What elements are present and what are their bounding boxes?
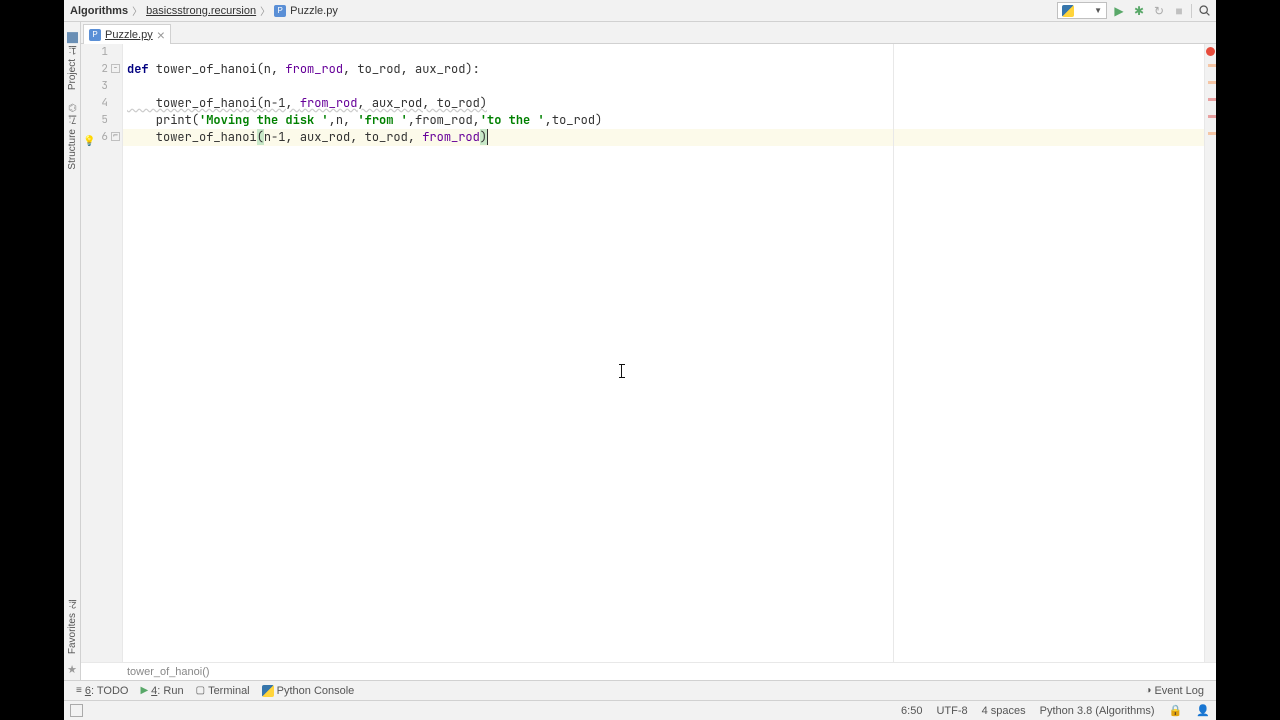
- nav-bar: Algorithms 〉 basicsstrong.recursion 〉 P …: [64, 0, 1216, 22]
- search-everywhere-button[interactable]: [1196, 3, 1212, 19]
- code-crumb-bar: tower_of_hanoi(): [81, 662, 1216, 680]
- error-mark[interactable]: [1208, 98, 1216, 101]
- left-tool-rail: Project 1: Structure 7: ⌬ Favorites 2: ★: [64, 22, 81, 680]
- chevron-right-icon: 〉: [132, 3, 142, 18]
- star-icon: ★: [67, 663, 77, 676]
- python-icon: [1062, 5, 1074, 17]
- folder-icon: [67, 32, 78, 43]
- ide-window: Algorithms 〉 basicsstrong.recursion 〉 P …: [64, 0, 1216, 720]
- editor-region: P Puzzle.py × 1 2− 3 4 5 💡6⌐ def to: [81, 22, 1216, 680]
- line-number: 1: [81, 44, 122, 61]
- code-editor[interactable]: def tower_of_hanoi(n, from_rod, to_rod, …: [123, 44, 1204, 662]
- breadcrumb-project[interactable]: Algorithms: [70, 5, 128, 17]
- text-caret-icon: [621, 364, 622, 378]
- inspector-icon[interactable]: 👤: [1196, 704, 1210, 717]
- speech-bubble-icon: ◑: [1145, 685, 1151, 696]
- chevron-down-icon: ▼: [1094, 6, 1102, 15]
- editor-workspace: Project 1: Structure 7: ⌬ Favorites 2: ★…: [64, 22, 1216, 680]
- python-icon: [262, 685, 274, 697]
- warning-mark[interactable]: [1208, 132, 1216, 135]
- event-log-tool-tab[interactable]: ◑ Event Log: [1139, 685, 1210, 697]
- warning-mark[interactable]: [1208, 64, 1216, 67]
- nav-toolbar: ▼ ▶ ✱ ↻ ■: [1057, 0, 1212, 21]
- structure-icon: ⌬: [68, 102, 77, 113]
- error-mark[interactable]: [1208, 115, 1216, 118]
- tool-windows-toggle-button[interactable]: [70, 704, 83, 717]
- editor-body: 1 2− 3 4 5 💡6⌐ def tower_of_hanoi(n, fro…: [81, 44, 1216, 662]
- fold-end-toggle[interactable]: ⌐: [111, 132, 120, 141]
- play-icon: ▶: [140, 685, 148, 696]
- python-file-icon: P: [274, 5, 286, 17]
- line-number: 3: [81, 78, 122, 95]
- project-tool-tab[interactable]: Project 1:: [67, 26, 78, 96]
- interpreter-selector[interactable]: Python 3.8 (Algorithms): [1040, 705, 1155, 717]
- gutter[interactable]: 1 2− 3 4 5 💡6⌐: [81, 44, 123, 662]
- right-margin-guide: [893, 44, 894, 662]
- line-number: 5: [81, 112, 122, 129]
- todo-tool-tab[interactable]: ≡ 6: TODO: [70, 685, 134, 697]
- error-indicator-icon[interactable]: [1206, 47, 1215, 56]
- editor-tab[interactable]: P Puzzle.py ×: [83, 24, 171, 44]
- tab-bar: P Puzzle.py ×: [81, 22, 1216, 44]
- run-tool-tab[interactable]: ▶ 4: Run: [134, 685, 189, 697]
- error-stripe[interactable]: [1204, 44, 1216, 662]
- debug-button[interactable]: ✱: [1131, 3, 1147, 19]
- favorites-tool-tab[interactable]: Favorites 2:: [67, 594, 78, 660]
- code-crumb[interactable]: tower_of_hanoi(): [127, 666, 210, 678]
- python-file-icon: P: [89, 29, 101, 41]
- indent-selector[interactable]: 4 spaces: [982, 705, 1026, 717]
- terminal-icon: ▢: [196, 685, 205, 696]
- run-button[interactable]: ▶: [1111, 3, 1127, 19]
- python-console-tool-tab[interactable]: Python Console: [256, 685, 361, 697]
- list-icon: ≡: [76, 685, 82, 696]
- structure-tool-tab[interactable]: Structure 7: ⌬: [67, 96, 78, 176]
- encoding-selector[interactable]: UTF-8: [936, 705, 967, 717]
- breadcrumb-package[interactable]: basicsstrong.recursion: [146, 5, 256, 17]
- line-number: 4: [81, 95, 122, 112]
- lock-icon[interactable]: 🔒: [1169, 704, 1183, 717]
- stop-button[interactable]: ■: [1171, 3, 1187, 19]
- terminal-tool-tab[interactable]: ▢ Terminal: [190, 685, 256, 697]
- run-configuration-dropdown[interactable]: ▼: [1057, 2, 1107, 19]
- status-bar: 6:50 UTF-8 4 spaces Python 3.8 (Algorith…: [64, 700, 1216, 720]
- warning-mark[interactable]: [1208, 81, 1216, 84]
- run-with-coverage-button[interactable]: ↻: [1151, 3, 1167, 19]
- fold-toggle[interactable]: −: [111, 64, 120, 73]
- intention-bulb-icon[interactable]: 💡: [83, 132, 95, 149]
- line-number: 2−: [81, 61, 122, 78]
- line-number: 💡6⌐: [81, 129, 122, 146]
- editor-tab-label: Puzzle.py: [105, 29, 153, 41]
- caret-position[interactable]: 6:50: [901, 705, 922, 717]
- chevron-right-icon: 〉: [260, 3, 270, 18]
- breadcrumb-file[interactable]: Puzzle.py: [290, 5, 338, 17]
- bottom-tool-bar: ≡ 6: TODO ▶ 4: Run ▢ Terminal Python Con…: [64, 680, 1216, 700]
- breadcrumb: Algorithms 〉 basicsstrong.recursion 〉 P …: [70, 3, 338, 18]
- close-tab-button[interactable]: ×: [157, 28, 165, 42]
